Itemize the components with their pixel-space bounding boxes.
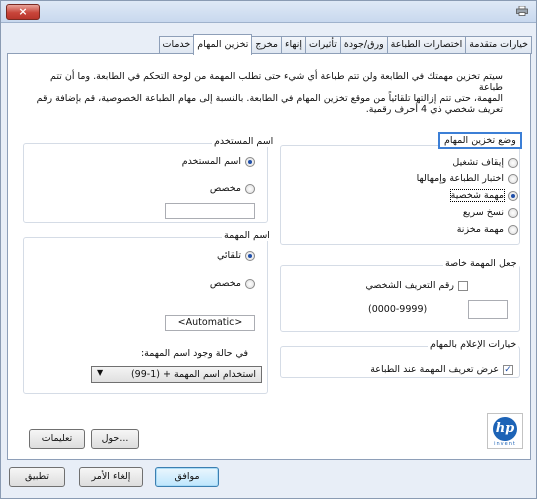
tab-output[interactable]: مخرج bbox=[251, 36, 282, 54]
job-name-option-custom[interactable]: مخصص bbox=[210, 278, 255, 289]
help-button[interactable]: تعليمات bbox=[29, 429, 85, 449]
job-name-title: اسم المهمة bbox=[222, 230, 272, 241]
display-job-id-row[interactable]: ✓عرض تعريف المهمة عند الطباعة bbox=[370, 364, 513, 375]
notification-options-title: خيارات الإعلام بالمهام bbox=[428, 339, 518, 350]
user-name-option-custom[interactable]: مخصص bbox=[210, 183, 255, 194]
make-job-private-title: جعل المهمة خاصة bbox=[443, 258, 519, 269]
mode-option-quick-copy[interactable]: نسخ سريع bbox=[463, 207, 518, 218]
mode-option-stored-job[interactable]: مهمة مخزنة bbox=[457, 224, 518, 235]
tab-printing-shortcuts[interactable]: اختصارات الطباعة bbox=[387, 36, 467, 54]
radio-icon[interactable] bbox=[508, 174, 518, 184]
mode-option-proof-and-hold[interactable]: اختبار الطباعة وإمهالها bbox=[417, 173, 518, 184]
description-line: تعريف شخصي ذي 4 أحرف رقمية. bbox=[33, 104, 503, 115]
apply-button[interactable]: تطبيق bbox=[9, 467, 65, 487]
job-name-exists-label: في حالة وجود اسم المهمة: bbox=[141, 348, 248, 359]
tab-job-storage[interactable]: تخزين المهام bbox=[193, 34, 252, 55]
about-button[interactable]: حول... bbox=[91, 429, 139, 449]
hp-logo-tagline: invent bbox=[488, 441, 522, 447]
display-job-id-checkbox[interactable]: ✓ bbox=[503, 365, 513, 375]
cancel-button[interactable]: إلغاء الأمر bbox=[79, 467, 143, 487]
pin-checkbox-row[interactable]: رقم التعريف الشخصي bbox=[366, 280, 469, 291]
user-name-title: اسم المستخدم bbox=[212, 136, 275, 147]
pin-checkbox[interactable] bbox=[458, 281, 468, 291]
radio-icon[interactable] bbox=[508, 191, 518, 201]
pin-input[interactable] bbox=[468, 300, 508, 319]
pin-range-label: (0000-9999) bbox=[368, 304, 427, 315]
radio-icon[interactable] bbox=[508, 208, 518, 218]
radio-icon[interactable] bbox=[508, 158, 518, 168]
tab-effects[interactable]: تأثيرات bbox=[305, 36, 341, 54]
custom-user-name-input[interactable] bbox=[165, 203, 255, 219]
chevron-down-icon: ▼ bbox=[97, 368, 103, 377]
mode-option-personal-job[interactable]: مهمة شخصية bbox=[451, 190, 518, 201]
tab-finishing[interactable]: إنهاء bbox=[281, 36, 306, 54]
radio-icon[interactable] bbox=[245, 157, 255, 167]
hp-logo: hp invent bbox=[487, 413, 523, 449]
radio-icon[interactable] bbox=[245, 279, 255, 289]
make-job-private-group bbox=[280, 265, 520, 332]
job-name-option-automatic[interactable]: تلقائي bbox=[217, 250, 255, 261]
tab-advanced[interactable]: خيارات متقدمة bbox=[465, 36, 532, 54]
job-storage-panel: سيتم تخزين مهمتك في الطابعة ولن تتم طباع… bbox=[7, 53, 531, 460]
job-name-exists-select[interactable]: استخدام اسم المهمة + (1-99) ▼ bbox=[91, 366, 262, 383]
radio-icon[interactable] bbox=[245, 251, 255, 261]
title-bar: × bbox=[1, 1, 536, 23]
job-storage-description: سيتم تخزين مهمتك في الطابعة ولن تتم طباع… bbox=[33, 71, 503, 115]
radio-icon[interactable] bbox=[508, 225, 518, 235]
custom-job-name-input[interactable]: <Automatic> bbox=[165, 315, 255, 331]
print-properties-window: × خيارات متقدمةاختصارات الطباعةورق/جودةت… bbox=[0, 0, 537, 499]
tab-services[interactable]: خدمات bbox=[159, 36, 195, 54]
tab-paper-quality[interactable]: ورق/جودة bbox=[340, 36, 388, 54]
radio-icon[interactable] bbox=[245, 184, 255, 194]
hp-logo-mark: hp bbox=[493, 417, 517, 441]
close-button[interactable]: × bbox=[6, 4, 40, 20]
ok-button[interactable]: موافق bbox=[155, 467, 219, 487]
mode-option-off[interactable]: إيقاف تشغيل bbox=[452, 157, 518, 168]
user-name-option-username[interactable]: اسم المستخدم bbox=[182, 156, 255, 167]
tab-strip: خيارات متقدمةاختصارات الطباعةورق/جودةتأث… bbox=[7, 34, 532, 54]
job-storage-mode-title: وضع تخزين المهام bbox=[438, 132, 522, 149]
printer-icon bbox=[516, 6, 528, 16]
description-line: المهمة، حتى تتم إزالتها تلقائياً من موقع… bbox=[33, 93, 503, 104]
description-line: سيتم تخزين مهمتك في الطابعة ولن تتم طباع… bbox=[33, 71, 503, 93]
selected-option: استخدام اسم المهمة + (1-99) bbox=[131, 369, 256, 380]
